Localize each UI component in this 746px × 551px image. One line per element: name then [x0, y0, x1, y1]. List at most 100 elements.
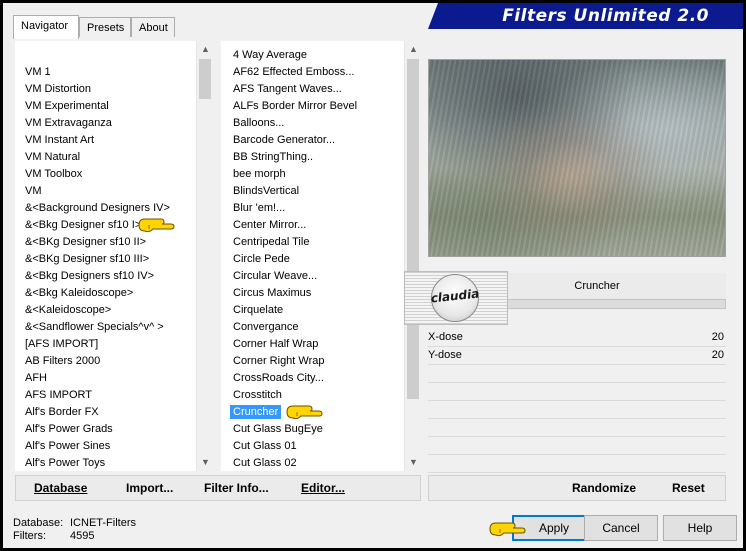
- list-item[interactable]: VM Experimental: [15, 98, 196, 115]
- reset-button[interactable]: Reset: [672, 476, 705, 500]
- list-item[interactable]: VM Toolbox: [15, 166, 196, 183]
- list-item[interactable]: [AFS IMPORT]: [15, 336, 196, 353]
- list-item[interactable]: &<Sandflower Specials^v^ >: [15, 319, 196, 336]
- database-label: Database: [34, 481, 88, 495]
- list-item[interactable]: Convergance: [221, 319, 404, 336]
- category-list[interactable]: VM 1 VM Distortion VM Experimental VM Extra…: [15, 41, 196, 471]
- list-item-label: Circus Maximus: [233, 287, 312, 299]
- pointing-hand-icon: [138, 218, 175, 233]
- list-item[interactable]: VM 1: [15, 64, 196, 81]
- list-item[interactable]: Barcode Generator...: [221, 132, 404, 149]
- editor-button[interactable]: Editor...: [301, 476, 345, 500]
- filter-actions-bar: Randomize Reset: [428, 475, 726, 501]
- status-info: Database: ICNET-Filters Filters: 4595: [13, 517, 136, 543]
- filter-scrollbar[interactable]: ▲ ▼: [404, 41, 421, 471]
- filters-status-label: Filters:: [13, 530, 46, 542]
- parameter-table: X-dose 20 Y-dose 20: [428, 329, 726, 479]
- list-item[interactable]: VM Distortion: [15, 81, 196, 98]
- list-item-label: Cruncher: [230, 405, 282, 419]
- param-row-empty: [428, 437, 726, 455]
- scroll-down-icon[interactable]: ▼: [197, 454, 213, 471]
- category-scrollbar[interactable]: ▲ ▼: [196, 41, 213, 471]
- list-item-label: VM 1: [25, 66, 51, 78]
- list-item[interactable]: Circle Pede: [221, 251, 404, 268]
- list-item[interactable]: AB Filters 2000: [15, 353, 196, 370]
- list-item[interactable]: VM Extravaganza: [15, 115, 196, 132]
- list-item[interactable]: Blur 'em!...: [221, 200, 404, 217]
- help-button[interactable]: Help: [663, 515, 737, 541]
- param-row-empty: [428, 383, 726, 401]
- list-item[interactable]: AFS IMPORT: [15, 387, 196, 404]
- list-item-label: &<Background Designers IV>: [25, 202, 170, 214]
- param-row-x-dose[interactable]: X-dose 20: [428, 329, 726, 347]
- list-item[interactable]: Alf's Power Grads: [15, 421, 196, 438]
- list-item[interactable]: Balloons...: [221, 115, 404, 132]
- list-item[interactable]: AF62 Effected Emboss...: [221, 64, 404, 81]
- scroll-up-icon[interactable]: ▲: [197, 41, 213, 58]
- param-row-empty: [428, 365, 726, 383]
- list-item[interactable]: Alf's Power Toys: [15, 455, 196, 471]
- cancel-button[interactable]: Cancel: [584, 515, 658, 541]
- list-item-label: &<BKg Designer sf10 III>: [25, 253, 150, 265]
- scroll-thumb[interactable]: [199, 59, 211, 99]
- list-item-label: 4 Way Average: [233, 49, 307, 61]
- list-item[interactable]: BlindsVertical: [221, 183, 404, 200]
- list-item-label: &<Bkg Kaleidoscope>: [25, 287, 134, 299]
- list-item[interactable]: Cirquelate: [221, 302, 404, 319]
- list-item[interactable]: Circus Maximus: [221, 285, 404, 302]
- list-item[interactable]: AFH: [15, 370, 196, 387]
- list-item[interactable]: CrossRoads City...: [221, 370, 404, 387]
- filter-info-button[interactable]: Filter Info...: [204, 476, 269, 500]
- list-item[interactable]: ALFs Border Mirror Bevel: [221, 98, 404, 115]
- list-item-label: Blur 'em!...: [233, 202, 286, 214]
- list-item-label: Corner Half Wrap: [233, 338, 319, 350]
- list-item[interactable]: &<Bkg Designers sf10 IV>: [15, 268, 196, 285]
- list-item[interactable]: &<Bkg Kaleidoscope>: [15, 285, 196, 302]
- list-item[interactable]: &<Kaleidoscope>: [15, 302, 196, 319]
- list-item-label: ALFs Border Mirror Bevel: [233, 100, 358, 112]
- list-item-label: BB StringThing..: [233, 151, 314, 163]
- scroll-down-icon[interactable]: ▼: [405, 454, 421, 471]
- list-item-label: Center Mirror...: [233, 219, 307, 231]
- database-button[interactable]: Database: [34, 476, 87, 500]
- tab-navigator[interactable]: Navigator: [13, 15, 79, 39]
- list-item-label: &<BKg Designer sf10 II>: [25, 236, 147, 248]
- list-item[interactable]: Cut Glass 02: [221, 455, 404, 471]
- filter-info-label: Filter Info...: [204, 481, 269, 495]
- list-item[interactable]: Alf's Border FX: [15, 404, 196, 421]
- list-item-label: BlindsVertical: [233, 185, 300, 197]
- param-row-y-dose[interactable]: Y-dose 20: [428, 347, 726, 365]
- list-item[interactable]: Cut Glass 01: [221, 438, 404, 455]
- list-item[interactable]: Center Mirror...: [221, 217, 404, 234]
- list-item[interactable]: VM Natural: [15, 149, 196, 166]
- list-item-label: Balloons...: [233, 117, 285, 129]
- watermark-logo: claudia: [404, 271, 508, 325]
- list-item[interactable]: bee morph: [221, 166, 404, 183]
- list-item-label: Corner Right Wrap: [233, 355, 325, 367]
- list-item[interactable]: Corner Right Wrap: [221, 353, 404, 370]
- import-button[interactable]: Import...: [126, 476, 173, 500]
- list-item-label: Alf's Power Sines: [25, 440, 111, 452]
- list-item[interactable]: Cut Glass BugEye: [221, 421, 404, 438]
- list-item-label: AFH: [25, 372, 47, 384]
- tab-presets[interactable]: Presets: [79, 17, 131, 37]
- list-item[interactable]: Corner Half Wrap: [221, 336, 404, 353]
- scroll-up-icon[interactable]: ▲: [405, 41, 421, 58]
- param-row-empty: [428, 455, 726, 473]
- list-item[interactable]: Centripedal Tile: [221, 234, 404, 251]
- list-item-label: AFS IMPORT: [25, 389, 93, 401]
- list-item[interactable]: &<BKg Designer sf10 II>: [15, 234, 196, 251]
- tab-about[interactable]: About: [131, 17, 175, 37]
- randomize-button[interactable]: Randomize: [572, 476, 636, 500]
- list-item-label: Centripedal Tile: [233, 236, 310, 248]
- list-item[interactable]: &<BKg Designer sf10 III>: [15, 251, 196, 268]
- list-item[interactable]: Circular Weave...: [221, 268, 404, 285]
- scroll-thumb[interactable]: [407, 59, 419, 399]
- list-item[interactable]: Alf's Power Sines: [15, 438, 196, 455]
- list-item[interactable]: BB StringThing..: [221, 149, 404, 166]
- list-item[interactable]: VM Instant Art: [15, 132, 196, 149]
- list-item[interactable]: VM: [15, 183, 196, 200]
- list-item[interactable]: 4 Way Average: [221, 47, 404, 64]
- list-item[interactable]: AFS Tangent Waves...: [221, 81, 404, 98]
- preview-image: [428, 59, 726, 257]
